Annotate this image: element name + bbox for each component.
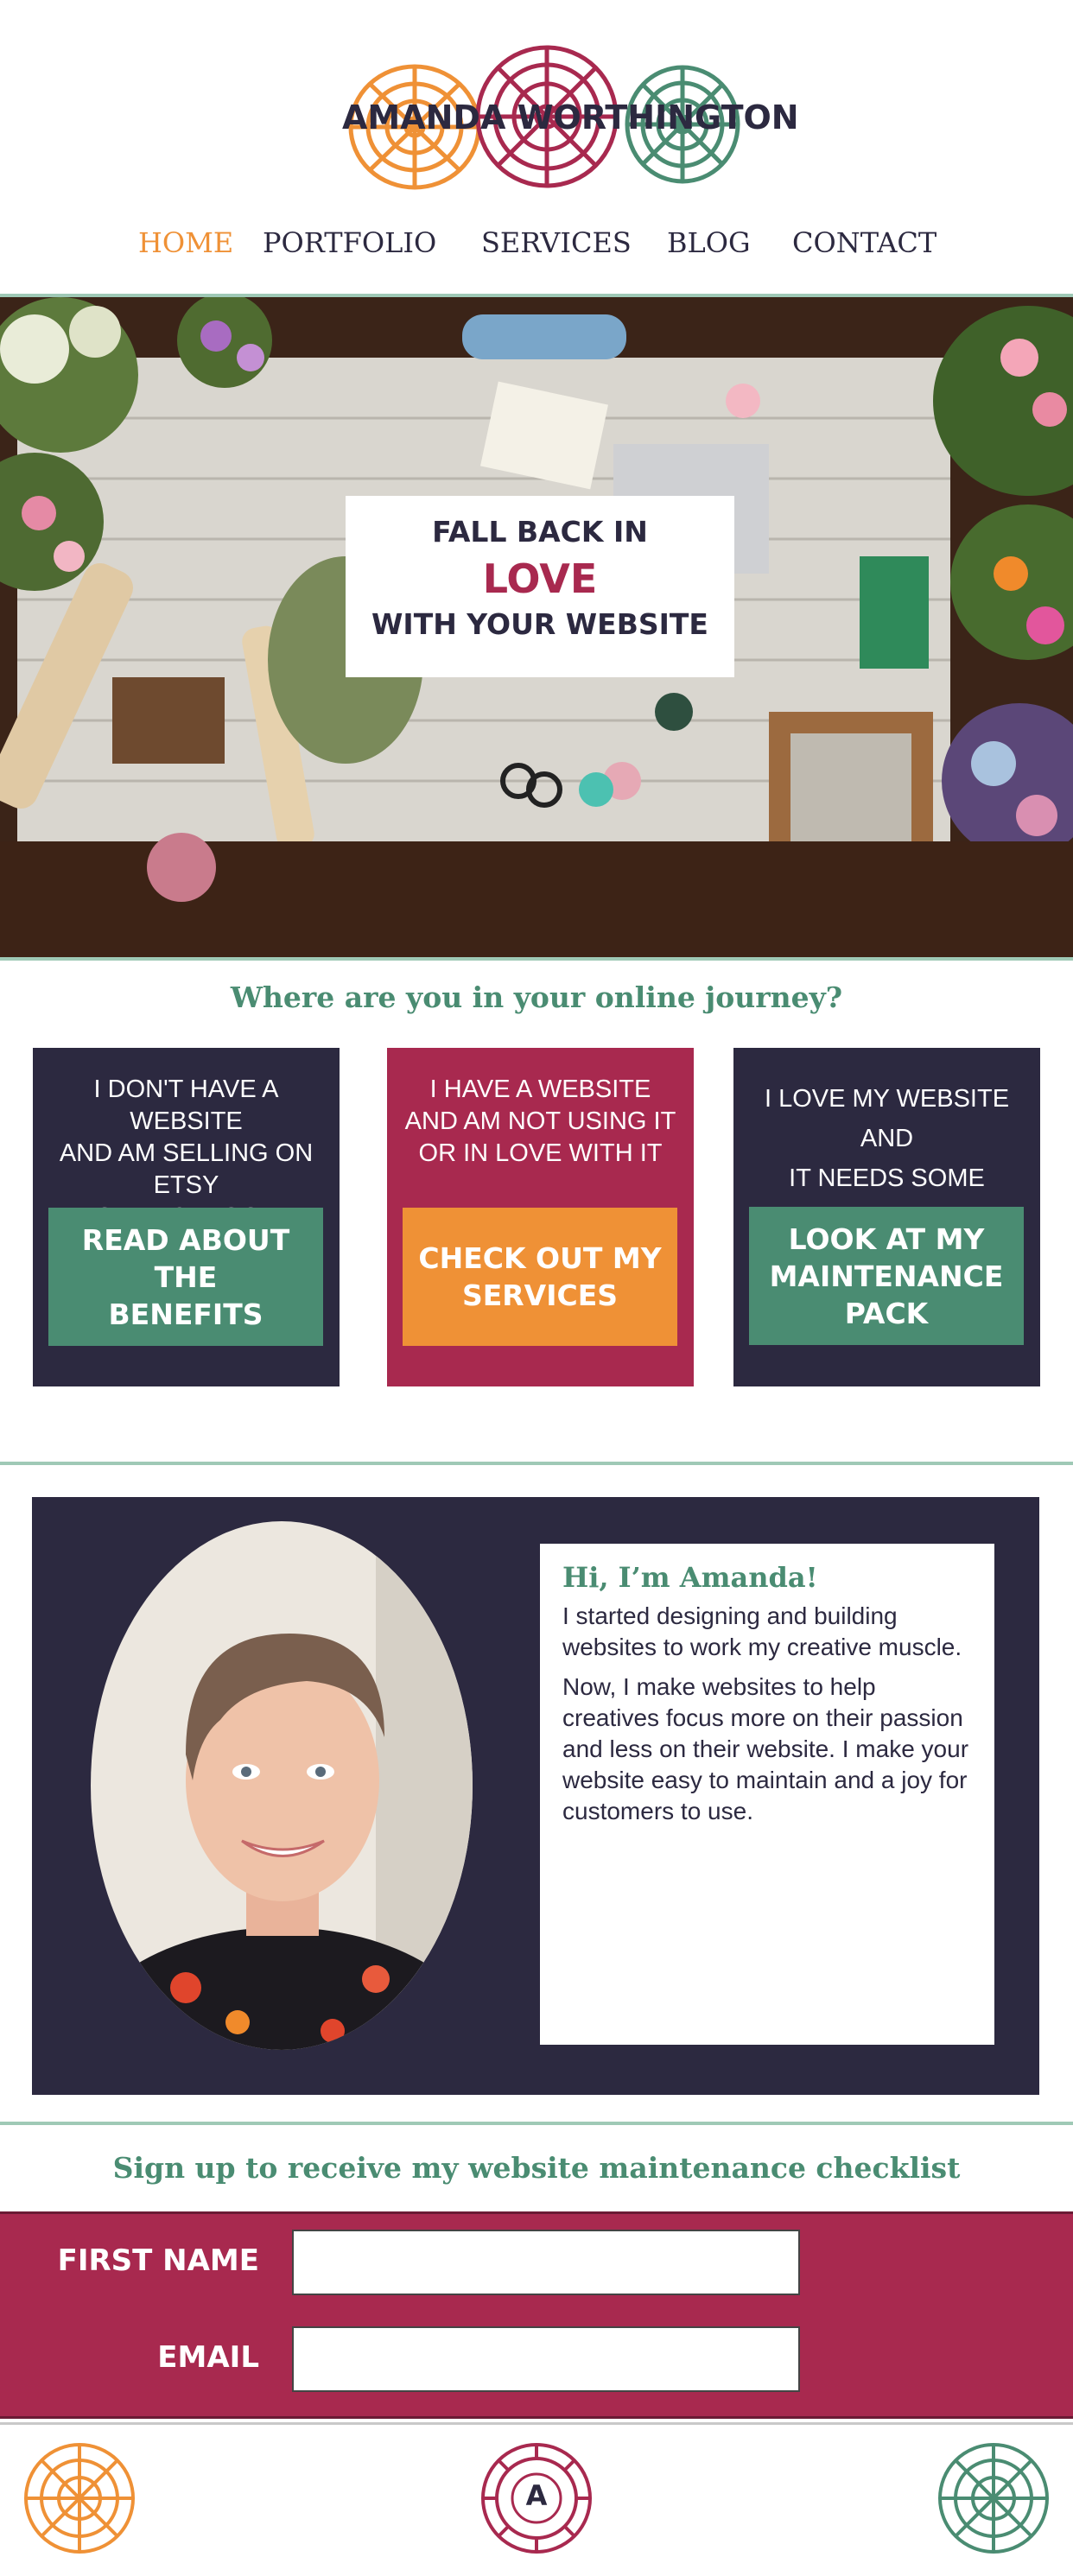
first-name-field[interactable]: [292, 2230, 800, 2295]
signup-form: FIRST NAME EMAIL: [0, 2211, 1073, 2419]
nav-home[interactable]: HOME: [138, 226, 233, 259]
read-benefits-button[interactable]: READ ABOUT THE BENEFITS: [48, 1208, 323, 1346]
hero-line-1: FALL BACK IN: [432, 515, 648, 549]
home-monogram-link[interactable]: A: [479, 2441, 594, 2555]
hero-message-card: FALL BACK IN LOVE WITH YOUR WEBSITE: [346, 496, 734, 677]
portrait-image: [91, 1521, 473, 2050]
nav-services[interactable]: SERVICES: [481, 226, 632, 259]
about-section: Hi, I’m Amanda! I started designing and …: [32, 1497, 1039, 2095]
orange-mandala-icon: [24, 2443, 135, 2554]
check-services-button[interactable]: CHECK OUT MY SERVICES: [403, 1208, 677, 1346]
section-divider: [0, 1462, 1073, 1465]
card-text-line: AND AM SELLING ON ETSY: [59, 1139, 314, 1199]
button-label-line: PACK: [844, 1296, 929, 1330]
main-nav: HOME PORTFOLIO SERVICES BLOG CONTACT: [0, 226, 1073, 270]
monogram-letter: A: [525, 2479, 548, 2512]
button-label-line: READ ABOUT THE: [81, 1222, 290, 1294]
journey-card-loves-website: I LOVE MY WEBSITE AND IT NEEDS SOME TWEA…: [733, 1048, 1040, 1386]
button-label-line: SERVICES: [461, 1278, 619, 1312]
email-label: EMAIL: [157, 2340, 259, 2375]
card-text-line: OR IN LOVE WITH IT: [418, 1139, 663, 1167]
button-label-line: BENEFITS: [108, 1297, 263, 1331]
button-label-line: MAINTENANCE: [769, 1259, 1004, 1293]
card-text-line: I HAVE A WEBSITE: [429, 1075, 651, 1103]
about-paragraph-1: I started designing and building website…: [562, 1602, 962, 1660]
signup-title: Sign up to receive my website maintenanc…: [112, 2151, 961, 2185]
nav-portfolio[interactable]: PORTFOLIO: [263, 226, 436, 259]
green-mandala-icon: [938, 2443, 1049, 2554]
amanda-portrait: [91, 1521, 473, 2050]
maintenance-pack-button[interactable]: LOOK AT MY MAINTENANCE PACK: [749, 1207, 1024, 1345]
button-label-line: CHECK OUT MY: [418, 1241, 662, 1275]
journey-card-text: I HAVE A WEBSITE AND AM NOT USING IT OR …: [387, 1074, 694, 1170]
journey-title: Where are you in your online journey?: [230, 980, 843, 1014]
hero-line-2: LOVE: [482, 555, 598, 602]
nav-blog[interactable]: BLOG: [667, 226, 751, 259]
about-text-card: Hi, I’m Amanda! I started designing and …: [540, 1544, 994, 2045]
card-text-line: I DON'T HAVE A WEBSITE: [93, 1075, 279, 1135]
card-text-line: AND AM NOT USING IT: [404, 1107, 676, 1135]
card-text-line: I LOVE MY WEBSITE AND: [764, 1085, 1010, 1152]
hero-banner: FALL BACK IN LOVE WITH YOUR WEBSITE: [0, 294, 1073, 961]
about-paragraph-2: Now, I make websites to help creatives f…: [562, 1673, 969, 1824]
site-logo[interactable]: AMANDA WORTHINGTON: [342, 43, 799, 199]
nav-contact[interactable]: CONTACT: [792, 226, 936, 259]
section-divider: [0, 2122, 1073, 2125]
logo-text: AMANDA WORTHINGTON: [342, 98, 799, 136]
email-field[interactable]: [292, 2326, 800, 2392]
journey-card-has-website: I HAVE A WEBSITE AND AM NOT USING IT OR …: [387, 1048, 694, 1386]
about-title: Hi, I’m Amanda!: [562, 1561, 818, 1594]
button-label-line: LOOK AT MY: [788, 1221, 985, 1256]
journey-card-no-website: I DON'T HAVE A WEBSITE AND AM SELLING ON…: [33, 1048, 340, 1386]
first-name-label: FIRST NAME: [57, 2243, 259, 2278]
footer-divider: [0, 2422, 1073, 2425]
hero-line-3: WITH YOUR WEBSITE: [371, 607, 708, 641]
